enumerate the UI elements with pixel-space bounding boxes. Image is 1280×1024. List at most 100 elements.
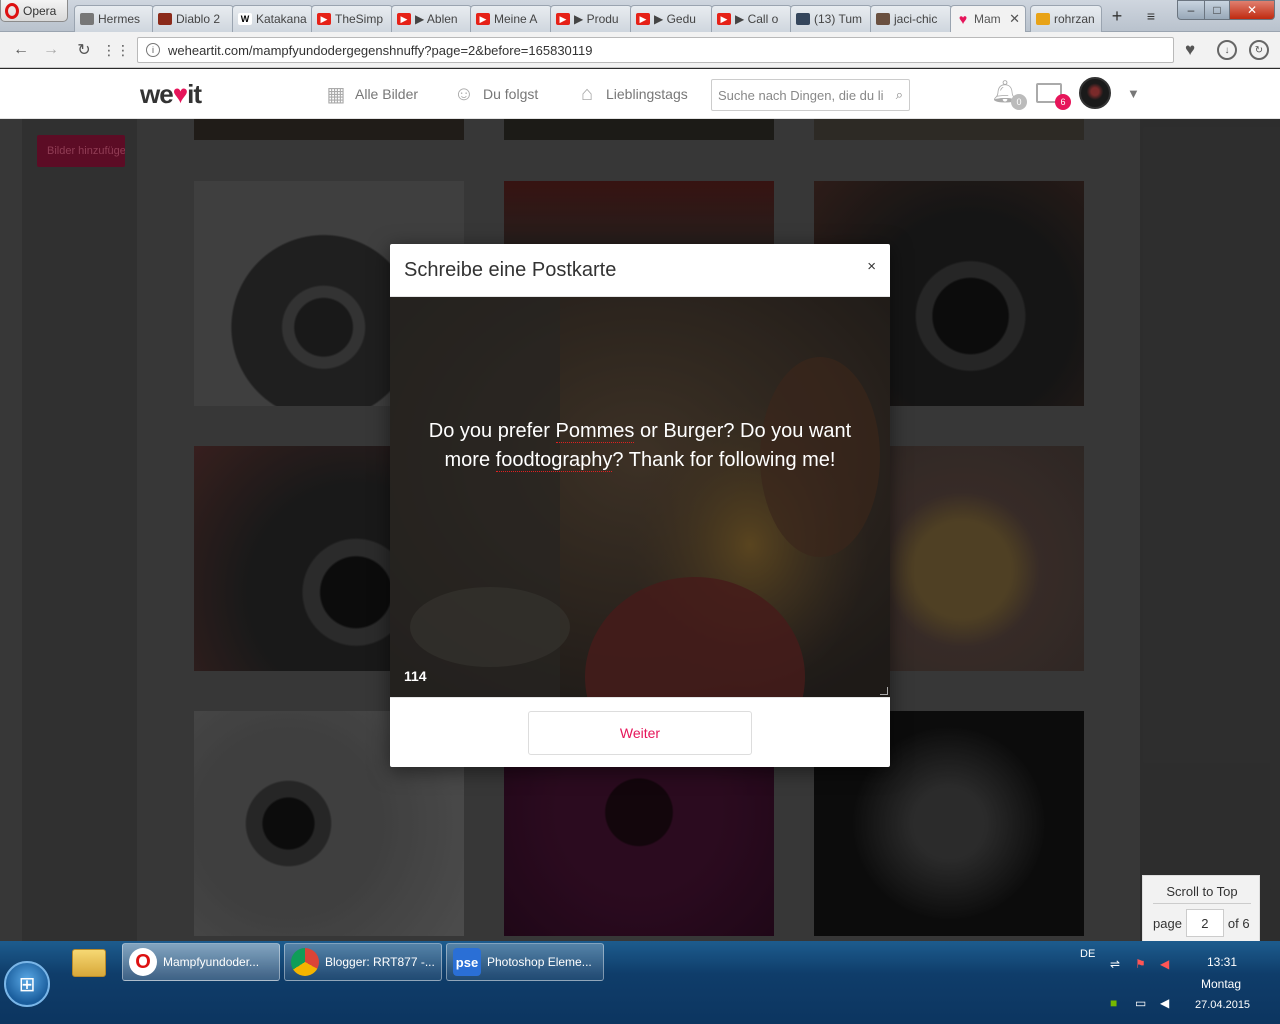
clock-date[interactable]: 27.04.2015 <box>1195 999 1250 1011</box>
taskbar-item-opera[interactable]: O Mampfyundoder... <box>122 943 280 981</box>
taskbar-item-label: Photoshop Eleme... <box>487 955 592 969</box>
document-icon <box>80 13 94 25</box>
nav-all-images[interactable]: ▦ Alle Bilder <box>325 83 419 106</box>
speaker-tray-icon[interactable]: ◀ <box>1160 996 1169 1010</box>
url-input[interactable]: i weheartit.com/mampfyundodergegenshnuff… <box>137 37 1174 63</box>
sync-icon[interactable]: ↻ <box>1249 40 1269 60</box>
tab-document[interactable]: Hermes <box>74 5 154 32</box>
speed-dial-icon[interactable]: ⋮⋮ <box>102 41 130 59</box>
nav-following-label: Du folgst <box>483 86 539 102</box>
tab-youtube[interactable]: ▶ ▶ Ablen <box>391 5 472 32</box>
system-tray: DE ⇌ ⚑ ◀ ■ ▭ ◀ 13:31 Montag 27.04.2015 <box>1075 941 1280 1024</box>
tumblr-icon <box>796 13 810 25</box>
youtube-icon: ▶ <box>397 13 411 25</box>
taskbar-item-chrome[interactable]: Blogger: RRT877 -... <box>284 943 442 981</box>
tab-wikipedia[interactable]: W Katakana <box>232 5 313 32</box>
reload-icon[interactable]: ↻ <box>75 41 93 59</box>
notifications-badge: 0 <box>1011 94 1027 110</box>
language-indicator[interactable]: DE <box>1080 948 1095 960</box>
tab-title: jaci-chic <box>894 12 938 26</box>
tab-diablo[interactable]: Diablo 2 <box>152 5 234 32</box>
maximize-button[interactable]: □ <box>1204 0 1230 20</box>
clock-time[interactable]: 13:31 <box>1207 955 1237 969</box>
back-icon[interactable]: ← <box>12 41 30 59</box>
volume-muted-icon[interactable]: ◀ <box>1160 957 1169 971</box>
avatar[interactable] <box>1079 77 1111 109</box>
file-explorer-icon[interactable] <box>72 949 106 977</box>
minimize-button[interactable]: – <box>1177 0 1205 20</box>
search-input[interactable]: Suche nach Dingen, die du li ⌕ <box>711 79 910 111</box>
postcard-modal: Schreibe eine Postkarte × Do you prefer … <box>390 244 890 767</box>
tab-blogger[interactable]: rohrzan <box>1030 5 1102 32</box>
tab-weheartit[interactable]: ♥ Mam ✕ <box>950 5 1026 32</box>
youtube-icon: ▶ <box>717 13 731 25</box>
page-label: page <box>1153 915 1182 931</box>
opera-menu-button[interactable]: Opera <box>0 0 68 22</box>
nav-all-images-label: Alle Bilder <box>355 86 419 102</box>
postcard-textarea[interactable]: Do you prefer Pommes or Burger? Do you w… <box>390 297 890 697</box>
weheartit-logo[interactable]: we♥it <box>140 79 202 110</box>
youtube-icon: ▶ <box>556 13 570 25</box>
character-counter: 114 <box>404 668 427 684</box>
close-window-button[interactable]: ✕ <box>1229 0 1275 20</box>
search-placeholder: Suche nach Dingen, die du li <box>718 87 884 103</box>
heart-icon: ♥ <box>172 79 188 109</box>
monitor-tray-icon[interactable]: ▭ <box>1135 996 1146 1010</box>
tumblr-avatar-icon <box>876 13 890 25</box>
tag-icon: ⌂ <box>580 82 594 105</box>
download-icon[interactable]: ↓ <box>1217 40 1237 60</box>
opera-icon: O <box>129 948 157 976</box>
pagination-widget: Scroll to Top page 2 of 6 <box>1142 875 1260 942</box>
tab-title: ▶ Produ <box>574 12 619 26</box>
search-icon[interactable]: ⌕ <box>896 87 903 103</box>
tab-title: rohrzan <box>1054 12 1095 26</box>
nvidia-tray-icon[interactable]: ■ <box>1110 996 1117 1010</box>
weheartit-icon: ♥ <box>958 11 968 27</box>
tab-title: ▶ Call o <box>735 12 779 26</box>
tab-youtube[interactable]: ▶ ▶ Gedu <box>630 5 713 32</box>
postcard-message: Do you prefer Pommes or Burger? Do you w… <box>428 420 852 472</box>
page-number-input[interactable]: 2 <box>1185 909 1224 937</box>
close-icon[interactable]: × <box>867 258 876 275</box>
network-tray-icon[interactable]: ⇌ <box>1110 957 1120 971</box>
taskbar-item-photoshop[interactable]: pse Photoshop Eleme... <box>446 943 604 981</box>
chevron-down-icon[interactable]: ▼ <box>1127 86 1140 101</box>
start-button[interactable]: ⊞ <box>4 961 50 1007</box>
tab-youtube[interactable]: ▶ ▶ Produ <box>550 5 632 32</box>
postcards-badge: 6 <box>1055 94 1071 110</box>
tab-youtube[interactable]: ▶ ▶ Call o <box>711 5 792 32</box>
tab-title: ▶ Gedu <box>654 12 696 26</box>
nav-following[interactable]: ☺ Du folgst <box>453 83 538 105</box>
flag-tray-icon[interactable]: ⚑ <box>1135 957 1146 971</box>
nav-favorite-tags-label: Lieblingstags <box>606 86 688 102</box>
chrome-icon <box>291 948 319 976</box>
blogger-icon <box>1036 13 1050 25</box>
new-tab-button[interactable]: + <box>1106 6 1128 26</box>
forward-icon[interactable]: → <box>42 41 60 59</box>
tab-menu-icon[interactable]: ≡ <box>1140 6 1162 26</box>
diablo-icon <box>158 13 172 25</box>
nav-favorite-tags[interactable]: ⌂ Lieblingstags <box>576 83 688 105</box>
site-info-icon[interactable]: i <box>146 43 160 57</box>
modal-title: Schreibe eine Postkarte <box>404 259 617 281</box>
tab-tumblr-avatar[interactable]: jaci-chic <box>870 5 952 32</box>
tab-title: ▶ Ablen <box>415 12 458 26</box>
continue-button[interactable]: Weiter <box>528 711 752 755</box>
browser-tab-bar: Opera Hermes Diablo 2 W Katakana ▶ TheSimp ▶ ▶ … <box>0 0 1280 32</box>
resize-handle-icon[interactable] <box>880 687 888 695</box>
page-navigator: page 2 of 6 <box>1153 909 1250 937</box>
modal-footer: Weiter <box>390 697 890 767</box>
tab-youtube[interactable]: ▶ Meine A <box>470 5 552 32</box>
page-total: of 6 <box>1227 915 1250 931</box>
tab-youtube[interactable]: ▶ TheSimp <box>311 5 393 32</box>
tab-title: Meine A <box>494 12 538 26</box>
close-tab-icon[interactable]: ✕ <box>1009 11 1020 27</box>
tab-tumblr[interactable]: (13) Tum <box>790 5 872 32</box>
youtube-icon: ▶ <box>636 13 650 25</box>
opera-logo-icon <box>5 2 19 19</box>
clock-day[interactable]: Montag <box>1201 977 1241 991</box>
windows-taskbar: ⊞ O Mampfyundoder... Blogger: RRT877 -..… <box>0 941 1280 1024</box>
bookmark-heart-icon[interactable]: ♥ <box>1181 40 1199 59</box>
scroll-to-top-link[interactable]: Scroll to Top <box>1153 884 1251 904</box>
opera-menu-label: Opera <box>23 3 57 18</box>
